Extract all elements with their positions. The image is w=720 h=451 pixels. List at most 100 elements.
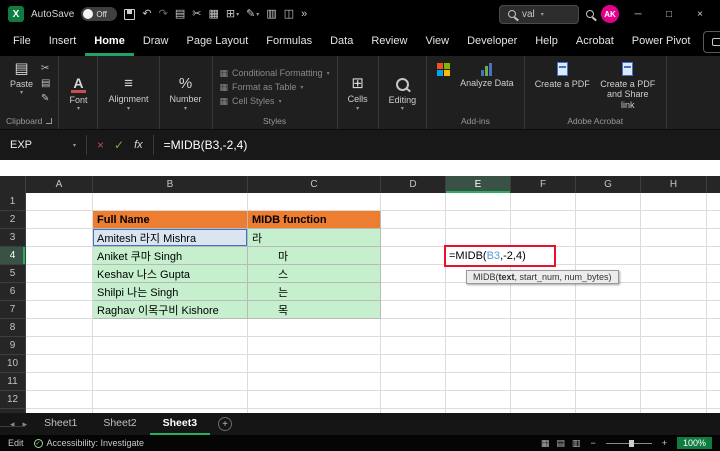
column-header-d[interactable]: D	[381, 176, 446, 193]
cell-styles-button[interactable]: ▦ Cell Styles ▾	[218, 95, 332, 108]
search-box[interactable]: val ▾	[499, 4, 579, 24]
insert-function-icon[interactable]: fx	[134, 139, 143, 151]
overflow-icon[interactable]: »	[301, 8, 307, 20]
row-header-11[interactable]: 11	[0, 373, 25, 391]
cell-C7[interactable]: 목	[248, 301, 381, 319]
column-header-e[interactable]: E	[446, 176, 511, 193]
ribbon-tab-home[interactable]: Home	[85, 28, 134, 56]
format-as-table-button[interactable]: ▦ Format as Table ▾	[218, 81, 332, 94]
ribbon-tab-formulas[interactable]: Formulas	[257, 28, 321, 56]
sheet-tab-sheet2[interactable]: Sheet2	[90, 413, 149, 435]
page-layout-view-icon[interactable]: ▤	[556, 438, 565, 449]
format-painter-icon[interactable]: ✎	[41, 93, 50, 104]
table-icon[interactable]: ▦	[208, 8, 218, 20]
ribbon-tab-page-layout[interactable]: Page Layout	[177, 28, 257, 56]
zoom-slider[interactable]	[605, 439, 652, 447]
cell-C3[interactable]: 라	[248, 229, 381, 247]
autosave-toggle[interactable]: Off	[81, 7, 118, 21]
ribbon-tab-developer[interactable]: Developer	[458, 28, 526, 56]
create-pdf-share-button[interactable]: Create a PDF and Share link	[595, 59, 661, 115]
cell-C4[interactable]: 마	[248, 247, 381, 265]
comments-button[interactable]: Comments	[703, 31, 720, 53]
zoom-slider-knob[interactable]	[628, 439, 634, 447]
column-header-f[interactable]: F	[511, 176, 576, 193]
zoom-level[interactable]: 100%	[676, 437, 712, 449]
select-all-corner[interactable]	[0, 176, 26, 193]
cut-icon[interactable]: ✂	[192, 8, 201, 20]
ribbon-tab-insert[interactable]: Insert	[40, 28, 86, 56]
sheet-tab-sheet1[interactable]: Sheet1	[31, 413, 90, 435]
document-icon[interactable]: ▥	[266, 8, 276, 20]
add-sheet-button[interactable]: +	[218, 417, 233, 431]
column-header-c[interactable]: C	[248, 176, 381, 193]
ribbon-tab-file[interactable]: File	[4, 28, 40, 56]
name-box[interactable]: EXP ▾	[0, 139, 86, 151]
column-header-b[interactable]: B	[93, 176, 248, 193]
sheet-tab-sheet3[interactable]: Sheet3	[150, 413, 210, 435]
column-header-h[interactable]: H	[641, 176, 707, 193]
ribbon-tab-review[interactable]: Review	[362, 28, 416, 56]
copy-icon[interactable]: ▤	[41, 78, 50, 89]
redo-icon[interactable]: ↷	[159, 8, 168, 20]
cell-C2[interactable]: MIDB function	[248, 211, 381, 229]
create-pdf-button[interactable]: Create a PDF	[530, 59, 595, 115]
accessibility-status[interactable]: ✓ Accessibility: Investigate	[33, 438, 144, 448]
cell-B2[interactable]: Full Name	[93, 211, 248, 229]
cell-C6[interactable]: 는	[248, 283, 381, 301]
active-cell-E4[interactable]: =MIDB(B3 ,-2,4)	[444, 245, 556, 267]
cancel-icon[interactable]: ×	[97, 138, 104, 152]
cut-icon[interactable]: ✂	[41, 63, 50, 74]
row-header-4[interactable]: 4	[0, 247, 25, 265]
editing-group-button[interactable]: Editing ▾	[384, 74, 422, 113]
enter-icon[interactable]: ✓	[114, 138, 124, 152]
close-button[interactable]: ×	[688, 9, 712, 20]
search-icon[interactable]	[586, 10, 594, 18]
cell-B3[interactable]: Amitesh 라지 Mishra	[93, 229, 248, 247]
column-header-a[interactable]: A	[26, 176, 93, 193]
cells-group-button[interactable]: ⊞ Cells ▾	[343, 74, 373, 112]
cell-B4[interactable]: Aniket 쿠마 Singh	[93, 247, 248, 265]
font-group-button[interactable]: A Font ▾	[64, 74, 92, 113]
alignment-group-button[interactable]: ≡ Alignment ▾	[103, 74, 153, 112]
ribbon-tab-acrobat[interactable]: Acrobat	[567, 28, 623, 56]
add-ins-button[interactable]	[432, 59, 455, 115]
save-icon[interactable]	[124, 8, 136, 20]
number-group-button[interactable]: % Number ▾	[165, 74, 207, 112]
row-header-10[interactable]: 10	[0, 355, 25, 373]
row-header-1[interactable]: 1	[0, 193, 25, 211]
ribbon-tab-draw[interactable]: Draw	[134, 28, 178, 56]
conditional-formatting-button[interactable]: ▦ Conditional Formatting ▾	[218, 67, 332, 80]
minimize-button[interactable]: ─	[626, 9, 650, 20]
ribbon-tab-view[interactable]: View	[416, 28, 458, 56]
dialog-launcher-icon[interactable]	[46, 118, 53, 124]
cell-C5[interactable]: 스	[248, 265, 381, 283]
row-header-5[interactable]: 5	[0, 265, 25, 283]
column-header-g[interactable]: G	[576, 176, 641, 193]
borders-button[interactable]: ⊞ ▾	[226, 8, 239, 20]
cell-B5[interactable]: Keshav 나스 Gupta	[93, 265, 248, 283]
page-break-view-icon[interactable]: ▥	[572, 438, 581, 449]
cell-B7[interactable]: Raghav 이목구비 Kishore	[93, 301, 248, 319]
ribbon-tab-power-pivot[interactable]: Power Pivot	[623, 28, 700, 56]
copy-icon[interactable]: ▤	[175, 8, 185, 20]
row-header-12[interactable]: 12	[0, 391, 25, 409]
row-header-9[interactable]: 9	[0, 337, 25, 355]
analyze-data-button[interactable]: Analyze Data	[455, 59, 519, 115]
undo-icon[interactable]: ↶	[142, 8, 151, 20]
row-header-7[interactable]: 7	[0, 301, 25, 319]
normal-view-icon[interactable]: ▦	[541, 438, 550, 449]
maximize-button[interactable]: □	[657, 9, 681, 20]
row-header-6[interactable]: 6	[0, 283, 25, 301]
zoom-out-button[interactable]: −	[590, 438, 595, 448]
paste-button[interactable]: ▤ Paste ▾	[5, 59, 38, 115]
ribbon-tab-data[interactable]: Data	[321, 28, 362, 56]
ribbon-tab-help[interactable]: Help	[526, 28, 567, 56]
chart-icon[interactable]: ◫	[284, 8, 294, 20]
avatar[interactable]: AK	[601, 5, 619, 23]
formula-input[interactable]: =MIDB(B3,-2,4)	[154, 138, 248, 152]
grid-canvas[interactable]: 1 2 3 4 5 6 7 8 9 10 11 12 Full Name MID…	[0, 193, 720, 427]
row-header-2[interactable]: 2	[0, 211, 25, 229]
row-header-3[interactable]: 3	[0, 229, 25, 247]
format-painter-button[interactable]: ✎ ▾	[246, 8, 259, 20]
cell-B6[interactable]: Shilpi 나는 Singh	[93, 283, 248, 301]
